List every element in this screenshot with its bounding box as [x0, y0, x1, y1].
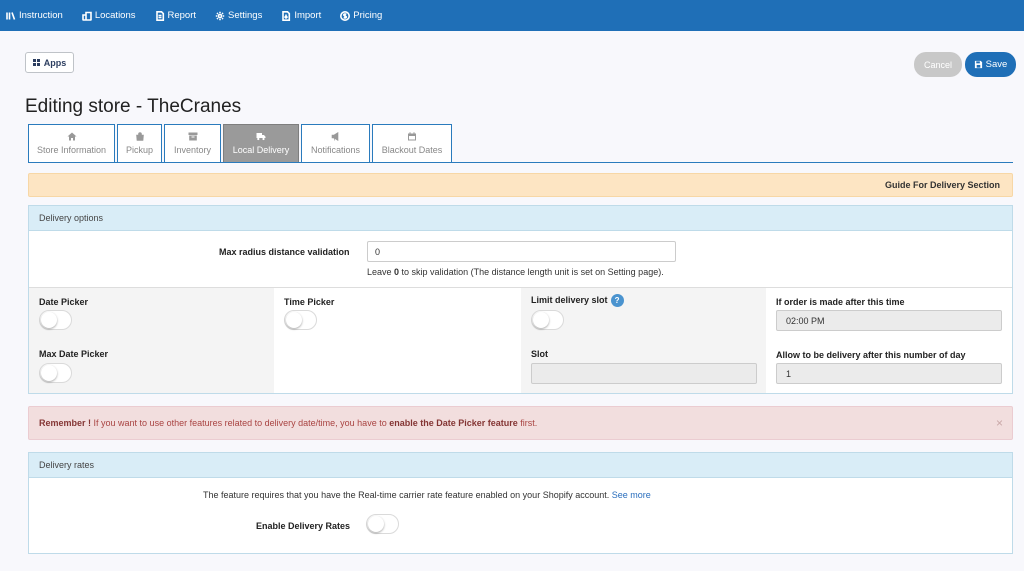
cancel-button[interactable]: Cancel	[914, 52, 962, 77]
date-picker-alert: Remember ! If you want to use other feat…	[28, 406, 1013, 440]
allow-days-field[interactable]: 1	[776, 363, 1002, 384]
panel-heading: Delivery options	[29, 206, 1012, 231]
max-radius-row: Max radius distance validation Leave 0 t…	[29, 232, 1012, 288]
tab-notifications[interactable]: Notifications	[301, 124, 370, 163]
nav-item-label: Locations	[94, 10, 136, 21]
tab-blackout-dates[interactable]: Blackout Dates	[372, 124, 452, 163]
tab-label: Store Information	[36, 145, 107, 155]
apps-label: Apps	[43, 57, 67, 68]
enable-delivery-rates-toggle[interactable]	[366, 514, 399, 534]
tab-label: Notifications	[310, 145, 361, 155]
limit-slot-column: Limit delivery slot? Slot	[521, 288, 766, 393]
date-picker-column: Date Picker Max Date Picker	[29, 288, 274, 393]
gear-icon	[215, 11, 225, 20]
tab-label: Inventory	[173, 145, 212, 155]
tab-label: Blackout Dates	[381, 145, 443, 155]
panel-heading: Delivery rates	[29, 453, 1012, 478]
slot-label: Slot	[531, 349, 548, 359]
apps-button[interactable]: Apps	[25, 52, 74, 73]
delivery-options-panel: Delivery options Max radius distance val…	[28, 205, 1013, 394]
see-more-link[interactable]: See more	[612, 490, 651, 500]
slot-field[interactable]	[531, 363, 757, 384]
tabs-divider	[28, 162, 1013, 163]
store-tabs: Store Information Pickup Inventory Local…	[28, 124, 454, 163]
order-after-time-field[interactable]: 02:00 PM	[776, 310, 1002, 331]
nav-item-report[interactable]: Report	[155, 10, 197, 21]
nav-item-locations[interactable]: Locations	[82, 10, 136, 21]
save-button[interactable]: Save	[965, 52, 1016, 77]
calendar-icon	[408, 132, 416, 141]
nav-item-settings[interactable]: Settings	[215, 10, 262, 21]
home-icon	[67, 132, 76, 141]
nav-item-label: Pricing	[353, 10, 383, 21]
nav-item-label: Instruction	[19, 10, 63, 21]
max-date-picker-toggle[interactable]	[39, 363, 72, 383]
buildings-icon	[82, 11, 92, 21]
nav-item-pricing[interactable]: Pricing	[340, 10, 382, 21]
date-picker-toggle[interactable]	[39, 310, 72, 330]
time-picker-column: Time Picker	[274, 288, 521, 393]
allow-days-label: Allow to be delivery after this number o…	[776, 350, 966, 360]
tab-store-information[interactable]: Store Information	[28, 124, 115, 163]
truck-icon	[256, 133, 266, 141]
top-navigation: Instruction Locations Report Settings Im…	[0, 0, 1024, 31]
page-title: Editing store - TheCranes	[25, 96, 242, 117]
tab-label: Local Delivery	[232, 145, 290, 155]
max-radius-help: Leave 0 to skip validation (The distance…	[367, 267, 664, 277]
tab-local-delivery[interactable]: Local Delivery	[223, 124, 299, 163]
close-icon[interactable]: ×	[996, 416, 1003, 430]
max-radius-label: Max radius distance validation	[219, 247, 350, 257]
nav-item-instruction[interactable]: Instruction	[6, 10, 63, 21]
max-date-picker-label: Max Date Picker	[39, 349, 109, 359]
report-icon	[155, 10, 164, 21]
bag-icon	[135, 132, 144, 141]
inventory-icon	[188, 132, 197, 141]
alert-text: Remember ! If you want to use other feat…	[39, 418, 538, 428]
delivery-options-grid: Date Picker Max Date Picker Time Picker …	[29, 288, 1012, 393]
megaphone-icon	[331, 132, 338, 141]
guide-bar[interactable]: Guide For Delivery Section	[28, 173, 1013, 197]
delivery-rates-description: The feature requires that you have the R…	[203, 490, 651, 500]
apps-grid-icon	[32, 58, 41, 67]
dollar-circle-icon	[340, 10, 351, 21]
nav-item-import[interactable]: Import	[281, 10, 321, 21]
time-picker-label: Time Picker	[284, 297, 335, 307]
nav-item-label: Settings	[228, 10, 263, 21]
max-radius-input[interactable]	[367, 241, 676, 262]
date-picker-label: Date Picker	[39, 297, 89, 307]
order-after-label: If order is made after this time	[776, 297, 905, 307]
delivery-rates-panel: Delivery rates The feature requires that…	[28, 452, 1013, 554]
tab-inventory[interactable]: Inventory	[164, 124, 221, 163]
nav-item-label: Report	[167, 10, 197, 21]
floppy-disk-icon	[974, 60, 982, 69]
nav-item-label: Import	[294, 10, 322, 21]
help-icon[interactable]: ?	[610, 294, 624, 307]
import-icon	[282, 10, 291, 21]
order-time-column: If order is made after this time 02:00 P…	[766, 288, 1012, 393]
enable-delivery-rates-label: Enable Delivery Rates	[256, 521, 351, 531]
tab-label: Pickup	[125, 145, 153, 155]
limit-slot-toggle[interactable]	[531, 310, 564, 330]
guide-link[interactable]: Guide For Delivery Section	[885, 180, 1000, 190]
limit-slot-label: Limit delivery slot?	[531, 294, 624, 307]
tab-pickup[interactable]: Pickup	[117, 124, 162, 163]
time-picker-toggle[interactable]	[284, 310, 317, 330]
save-label: Save	[985, 59, 1008, 70]
book-icon	[6, 11, 16, 20]
